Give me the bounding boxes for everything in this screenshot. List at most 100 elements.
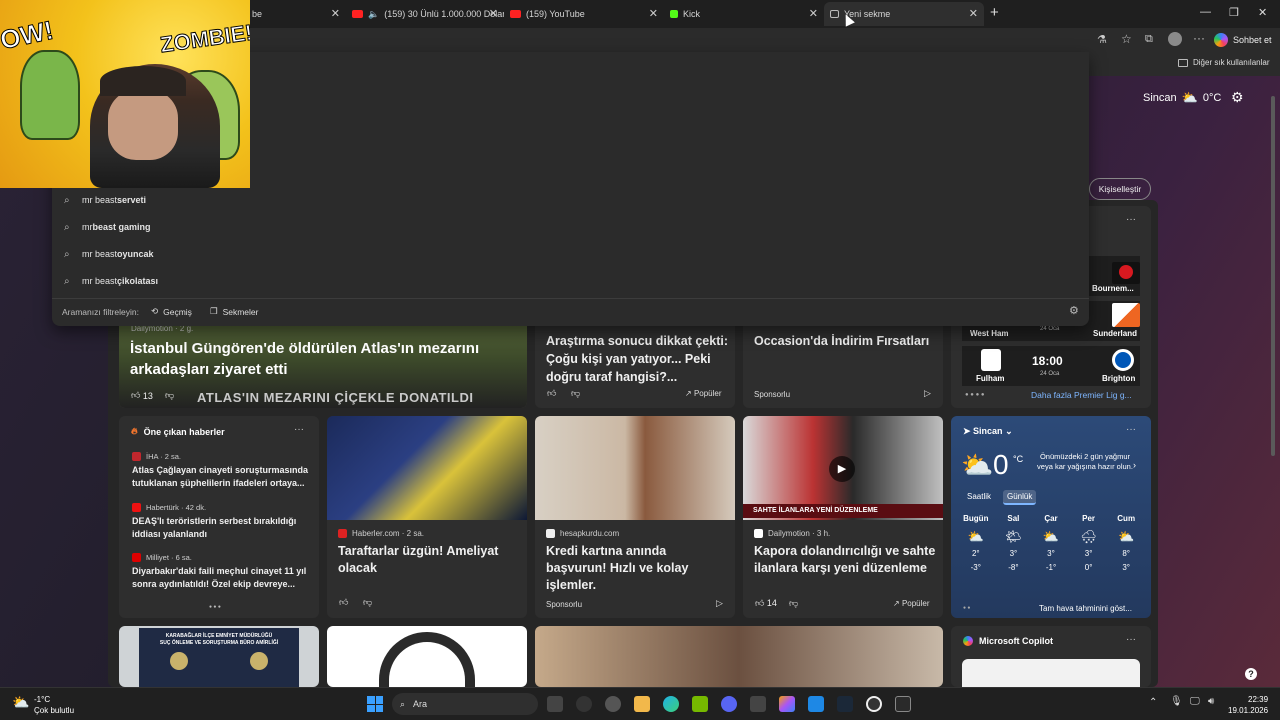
- clock[interactable]: 22:39 19.01.2026: [1228, 694, 1268, 716]
- tab-1[interactable]: be ✕: [246, 2, 346, 26]
- close-icon[interactable]: ✕: [649, 7, 658, 20]
- more-options-icon[interactable]: ···: [1126, 214, 1136, 225]
- filter-tabs-button[interactable]: ❐ Sekmeler: [210, 306, 259, 317]
- card-title[interactable]: Occasion'da İndirim Fırsatları: [754, 332, 938, 350]
- network-icon[interactable]: 🖵: [1190, 696, 1200, 707]
- more-premier-league-link[interactable]: Daha fazla Premier Lig g...: [1031, 390, 1132, 400]
- weather-location[interactable]: ➤ Sincan ⌄: [963, 426, 1013, 437]
- maximize-button[interactable]: ❐: [1229, 6, 1239, 19]
- tab-3[interactable]: (159) YouTube ✕: [504, 2, 664, 26]
- weather-card[interactable]: ➤ Sincan ⌄ ··· ⛅ 0 °C Önümüzdeki 2 gün y…: [951, 416, 1151, 618]
- thumbs-down-icon[interactable]: 👎︎: [165, 390, 174, 401]
- more-options-icon[interactable]: ···: [1126, 634, 1136, 645]
- copilot-icon[interactable]: [779, 696, 795, 712]
- forecast-day[interactable]: Sal 🌤︎ 3° -8°: [995, 514, 1033, 592]
- card-title[interactable]: İstanbul Güngören'de öldürülen Atlas'ın …: [130, 338, 510, 380]
- top-news-item[interactable]: Habertürk · 42 dk. DEAŞ'lı teröristlerin…: [132, 503, 312, 541]
- card-title[interactable]: Kapora dolandırıcılığı ve sahte ilanlara…: [754, 543, 936, 577]
- other-favorites[interactable]: Diğer sık kullanılanlar: [1178, 58, 1269, 67]
- like-button[interactable]: 👍︎ 14: [755, 598, 777, 609]
- more-options-icon[interactable]: ···: [1126, 424, 1136, 435]
- top-news-item[interactable]: Milliyet · 6 sa. Diyarbakır'daki faili m…: [132, 553, 312, 591]
- nvidia-icon[interactable]: [692, 696, 708, 712]
- chatgpt-icon[interactable]: [605, 696, 621, 712]
- help-icon[interactable]: ?: [1245, 668, 1257, 680]
- tab-2[interactable]: 🔈 (159) 30 Ünlü 1.000.000 Dolar ✕: [346, 2, 504, 26]
- chevron-right-icon[interactable]: ›: [1133, 460, 1136, 470]
- close-icon[interactable]: ✕: [969, 7, 978, 20]
- microphone-icon[interactable]: 🎙︎: [1170, 696, 1183, 707]
- thumbs-up-icon[interactable]: 👍︎: [339, 597, 348, 608]
- close-icon[interactable]: ✕: [331, 7, 340, 20]
- epic-games-icon[interactable]: [895, 696, 911, 712]
- top-news-item[interactable]: İHA · 2 sa. Atlas Çağlayan cinayeti soru…: [132, 452, 312, 490]
- card-title[interactable]: Kredi kartına anında başvurun! Hızlı ve …: [546, 543, 728, 594]
- suggestion-item[interactable]: ⌕ mr beast gaming: [64, 216, 151, 238]
- more-icon[interactable]: ···: [1193, 31, 1205, 45]
- news-card-fenerbahce[interactable]: Haberler.com · 2 sa. Taraftarlar üzgün! …: [327, 416, 527, 618]
- copilot-card[interactable]: Microsoft Copilot ···: [951, 626, 1151, 687]
- minimize-button[interactable]: —: [1200, 6, 1211, 18]
- pagination-dots[interactable]: ● ●: [963, 605, 970, 611]
- pagination-dots[interactable]: ● ● ●: [209, 604, 221, 610]
- thumbs-down-icon[interactable]: 👎︎: [571, 388, 580, 399]
- extensions-icon[interactable]: ⚗: [1097, 33, 1107, 46]
- settings-gear-icon[interactable]: ⚙: [1231, 89, 1244, 106]
- scrollbar[interactable]: [1271, 96, 1275, 456]
- taskbar-search[interactable]: ⌕ Ara: [392, 693, 538, 715]
- pagination-dots[interactable]: ● ● ● ●: [965, 392, 985, 398]
- weather-widget-icon[interactable]: ⛅: [12, 694, 29, 711]
- close-icon[interactable]: ✕: [809, 7, 818, 20]
- tab-hourly[interactable]: Saatlik: [964, 490, 994, 503]
- app-icon[interactable]: [576, 696, 592, 712]
- copilot-chat-button[interactable]: Sohbet et: [1214, 31, 1272, 49]
- card-title[interactable]: Taraftarlar üzgün! Ameliyat olacak: [338, 543, 520, 577]
- suggestion-item[interactable]: ⌕ mr beast oyuncak: [64, 243, 154, 265]
- steam-icon[interactable]: [837, 696, 853, 712]
- header-weather[interactable]: Sincan ⛅ 0°C: [1143, 90, 1221, 106]
- play-icon[interactable]: ▶: [829, 456, 855, 482]
- file-explorer-icon[interactable]: [634, 696, 650, 712]
- close-window-button[interactable]: ✕: [1258, 6, 1267, 19]
- forecast-day[interactable]: Cum ⛅ 8° 3°: [1107, 514, 1145, 592]
- more-options-icon[interactable]: ···: [294, 424, 304, 435]
- filter-history-button[interactable]: ⟲ Geçmiş: [151, 306, 192, 317]
- news-card-large[interactable]: [535, 626, 943, 687]
- app-icon[interactable]: [750, 696, 766, 712]
- ad-card-headphones[interactable]: [327, 626, 527, 687]
- play-icon[interactable]: ▷: [924, 388, 931, 399]
- tab-4[interactable]: Kick ✕: [664, 2, 824, 26]
- news-card-police[interactable]: KARABAĞLAR İLÇE EMNİYET MÜDÜRLÜĞÜ SUÇ ÖN…: [119, 626, 319, 687]
- volume-icon[interactable]: 🔊︎: [1208, 696, 1214, 707]
- collections-icon[interactable]: ⧉: [1145, 33, 1153, 46]
- suggestion-item[interactable]: ⌕ mr beast serveti: [64, 189, 146, 211]
- tab-daily[interactable]: Günlük: [1003, 490, 1037, 505]
- match-row[interactable]: Fulham 18:00 24 Oca Brighton: [962, 346, 1140, 386]
- play-icon[interactable]: ▷: [716, 598, 723, 609]
- ad-card-credit[interactable]: hesapkurdu.com Kredi kartına anında başv…: [535, 416, 735, 618]
- dropdown-settings-icon[interactable]: ⚙: [1069, 304, 1079, 317]
- forecast-day[interactable]: Çar ⛅ 3° -1°: [1032, 514, 1070, 592]
- edge-icon[interactable]: [663, 696, 679, 712]
- task-view-icon[interactable]: [547, 696, 563, 712]
- windows-start-icon[interactable]: [367, 696, 383, 712]
- suggestion-item[interactable]: ⌕ mr beast çikolatası: [64, 270, 158, 292]
- thumbs-up-icon[interactable]: 👍︎: [547, 388, 556, 399]
- card-title[interactable]: Araştırma sonucu dikkat çekti: Çoğu kişi…: [546, 332, 730, 386]
- forecast-day[interactable]: Bugün ⛅ 2° -3°: [957, 514, 995, 592]
- news-card-kapora[interactable]: SAHTE İLANLARA YENİ DÜZENLEME ▶ Dailymot…: [743, 416, 943, 618]
- like-button[interactable]: 👍︎ 13: [131, 390, 153, 401]
- customize-button[interactable]: Kişiselleştir: [1089, 178, 1151, 200]
- new-tab-button[interactable]: +: [990, 4, 999, 21]
- tray-chevron-icon[interactable]: ⌃: [1149, 697, 1157, 708]
- favorites-icon[interactable]: ☆: [1121, 32, 1132, 46]
- taskbar-weather[interactable]: -1°C Çok bulutlu: [34, 694, 74, 716]
- thumbs-down-icon[interactable]: 👎︎: [789, 598, 798, 609]
- thumbs-down-icon[interactable]: 👎︎: [363, 597, 372, 608]
- profile-avatar[interactable]: [1168, 32, 1182, 46]
- forecast-day[interactable]: Per 🌨︎ 3° 0°: [1070, 514, 1108, 592]
- discord-icon[interactable]: [721, 696, 737, 712]
- speaker-icon[interactable]: 🔈: [368, 9, 379, 20]
- close-icon[interactable]: ✕: [489, 7, 498, 20]
- app-icon[interactable]: [808, 696, 824, 712]
